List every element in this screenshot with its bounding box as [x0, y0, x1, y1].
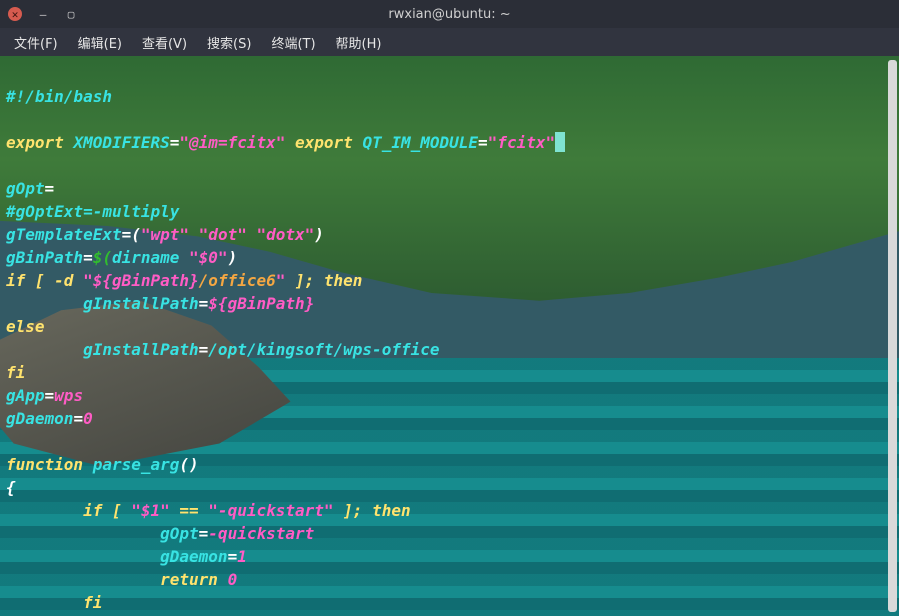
code-token: /office6 — [199, 271, 276, 290]
code-token: gBinPath — [6, 248, 83, 267]
code-token: == — [170, 501, 209, 520]
code-token: =( — [122, 225, 141, 244]
code-line: fi — [6, 363, 25, 382]
code-token: = — [478, 133, 488, 152]
code-token — [189, 225, 199, 244]
pad — [83, 455, 93, 474]
cursor — [555, 132, 565, 152]
code-token: ]; then — [285, 271, 362, 290]
code-token: dirname — [112, 248, 189, 267]
pad — [6, 547, 160, 566]
code-token: ${gBinPath} — [208, 294, 314, 313]
code-token: " — [83, 271, 93, 290]
code-token: $( — [93, 248, 112, 267]
code-token: gInstallPath — [83, 294, 199, 313]
code-token: = — [73, 409, 83, 428]
pad — [6, 340, 83, 359]
menubar: 文件(F) 编辑(E) 查看(V) 搜索(S) 终端(T) 帮助(H) — [0, 28, 899, 56]
code-token: -quickstart — [208, 524, 314, 543]
code-token: () — [179, 455, 198, 474]
pad — [6, 593, 83, 612]
menu-edit[interactable]: 编辑(E) — [72, 30, 128, 55]
code-token: "$1" — [131, 501, 170, 520]
code-token: if [ — [83, 501, 131, 520]
titlebar: ✕ — ▢ rwxian@ubuntu: ~ — [0, 0, 899, 28]
code-token: 1 — [237, 547, 247, 566]
menu-search[interactable]: 搜索(S) — [201, 30, 257, 55]
code-token: 0 — [228, 570, 238, 589]
code-token: "dot" — [199, 225, 247, 244]
code-token: "dotx" — [256, 225, 314, 244]
code-token: gInstallPath — [83, 340, 199, 359]
code-line: #gOptExt=-multiply — [6, 202, 179, 221]
code-token: gOpt — [160, 524, 199, 543]
code-token: return — [160, 570, 227, 589]
code-token: ]; then — [334, 501, 411, 520]
code-token: wps — [54, 386, 83, 405]
code-token: = — [199, 340, 209, 359]
code-token: if [ -d — [6, 271, 83, 290]
code-token: gOpt — [6, 179, 45, 198]
pad — [6, 501, 83, 520]
menu-view[interactable]: 查看(V) — [136, 30, 193, 55]
code-token: = — [45, 179, 55, 198]
code-line: { — [6, 478, 16, 497]
code-token: = — [170, 133, 180, 152]
code-token: 0 — [83, 409, 93, 428]
code-token: gTemplateExt — [6, 225, 122, 244]
pad — [6, 570, 160, 589]
code-token: "fcitx" — [488, 133, 555, 152]
pad — [6, 294, 83, 313]
window-title: rwxian@ubuntu: ~ — [388, 7, 510, 22]
code-token: ${gBinPath} — [93, 271, 199, 290]
code-token: QT_IM_MODULE — [362, 133, 478, 152]
code-line: else — [6, 317, 45, 336]
code-token: "-quickstart" — [208, 501, 333, 520]
code-line: #!/bin/bash — [6, 87, 112, 106]
code-token: "@im=fcitx" — [179, 133, 285, 152]
code-line: fi — [83, 593, 102, 612]
code-token: XMODIFIERS — [73, 133, 169, 152]
code-token: gDaemon — [160, 547, 227, 566]
code-token: "wpt" — [141, 225, 189, 244]
terminal[interactable]: #!/bin/bash export XMODIFIERS="@im=fcitx… — [0, 56, 899, 616]
window-controls: ✕ — ▢ — [8, 7, 78, 21]
code-token: parse_arg — [93, 455, 180, 474]
code-token: " — [276, 271, 286, 290]
code-token: gDaemon — [6, 409, 73, 428]
code-token: /opt/kingsoft/wps-office — [208, 340, 439, 359]
code-token: "$0" — [189, 248, 228, 267]
scrollbar[interactable] — [888, 60, 897, 612]
code-token: export — [6, 133, 73, 152]
menu-file[interactable]: 文件(F) — [8, 30, 64, 55]
code-token: ) — [228, 248, 238, 267]
menu-terminal[interactable]: 终端(T) — [265, 30, 321, 55]
code-token: = — [199, 524, 209, 543]
minimize-icon[interactable]: — — [36, 7, 50, 21]
code-token: ) — [314, 225, 324, 244]
code-token: gApp — [6, 386, 45, 405]
code-token: = — [199, 294, 209, 313]
close-icon[interactable]: ✕ — [8, 7, 22, 21]
code-token: = — [83, 248, 93, 267]
terminal-text[interactable]: #!/bin/bash export XMODIFIERS="@im=fcitx… — [0, 56, 899, 616]
code-token: export — [285, 133, 362, 152]
code-token: function — [6, 455, 83, 474]
maximize-icon[interactable]: ▢ — [64, 7, 78, 21]
code-token: = — [45, 386, 55, 405]
menu-help[interactable]: 帮助(H) — [330, 30, 388, 55]
code-token: = — [228, 547, 238, 566]
pad — [6, 524, 160, 543]
